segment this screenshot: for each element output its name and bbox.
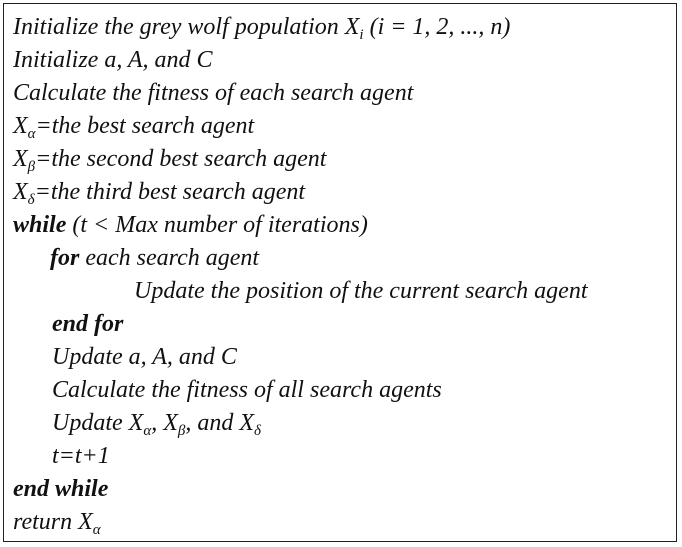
line-for: for each search agent [50, 245, 260, 271]
line-end-for: end for [52, 309, 123, 339]
line-alpha: Xα=the best search agent [13, 113, 255, 142]
line-increment: t=t+1 [52, 443, 110, 469]
line-delta: Xδ=the third best search agent [13, 179, 306, 208]
keyword-for: for [50, 245, 80, 271]
line-calc-fitness: Calculate the fitness of each search age… [13, 80, 414, 106]
line-while: while (t < Max number of iterations) [13, 212, 368, 238]
line-end-while: end while [13, 474, 108, 504]
line-return: return Xα [13, 509, 101, 538]
keyword-end-for: end for [52, 311, 124, 337]
line-update-params: Update a, A, and C [52, 344, 237, 370]
line-init-params: Initialize a, A, and C [13, 47, 213, 73]
line-calc-fitness-all: Calculate the fitness of all search agen… [52, 377, 442, 403]
line-update-leaders: Update Xα, Xβ, and Xδ [52, 410, 261, 439]
line-init-population: Initialize the grey wolf population Xi (… [13, 14, 511, 43]
keyword-while: while [13, 212, 67, 238]
keyword-end-while: end while [13, 476, 109, 502]
line-update-position: Update the position of the current searc… [134, 278, 588, 304]
algorithm-box: Initialize the grey wolf population Xi (… [3, 3, 677, 542]
line-beta: Xβ=the second best search agent [13, 146, 327, 175]
